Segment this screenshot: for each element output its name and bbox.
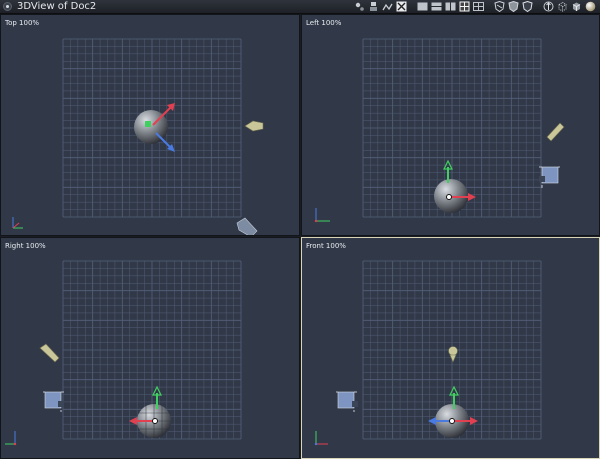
pivot-icon bbox=[446, 194, 452, 200]
layout-two-icon[interactable] bbox=[431, 1, 442, 12]
target-icon[interactable] bbox=[396, 1, 407, 12]
window-title: 3DView of Doc2 bbox=[17, 1, 97, 12]
sphere-icon[interactable] bbox=[585, 1, 596, 12]
camera-icon[interactable] bbox=[539, 166, 560, 188]
camera-icon[interactable] bbox=[236, 217, 258, 236]
view-toolbar bbox=[354, 1, 596, 12]
axis-indicator-icon bbox=[314, 208, 330, 223]
move-tool-icon[interactable] bbox=[354, 1, 365, 12]
viewport-left[interactable]: Left 100% bbox=[301, 14, 600, 236]
scene-right bbox=[5, 260, 242, 446]
close-icon[interactable] bbox=[3, 2, 12, 11]
scale-tool-icon[interactable] bbox=[368, 1, 379, 12]
scene-left bbox=[314, 38, 565, 223]
shaded-shield-icon[interactable] bbox=[508, 1, 519, 12]
camera-icon[interactable] bbox=[336, 391, 358, 412]
pivot-icon bbox=[449, 418, 455, 424]
shield-outline-icon[interactable] bbox=[522, 1, 533, 12]
cube-solid-icon[interactable] bbox=[571, 1, 582, 12]
light-arrow-icon[interactable] bbox=[546, 122, 565, 142]
layout-grid-icon[interactable] bbox=[473, 1, 484, 12]
light-icon[interactable] bbox=[543, 1, 554, 12]
light-arrow-icon[interactable] bbox=[244, 120, 264, 132]
scene-top bbox=[12, 38, 264, 236]
x-axis-arrowhead-icon bbox=[470, 417, 478, 425]
axis-indicator-icon bbox=[12, 217, 23, 229]
viewport-front[interactable]: Front 100% bbox=[301, 237, 600, 459]
title-bar: 3DView of Doc2 bbox=[0, 0, 600, 14]
viewport-top[interactable]: Top 100% bbox=[0, 14, 300, 236]
light-arrow-icon[interactable] bbox=[39, 343, 60, 363]
camera-icon[interactable] bbox=[43, 391, 64, 412]
pivot-icon bbox=[152, 418, 158, 424]
x-axis-arrowhead-icon bbox=[468, 193, 476, 201]
axis-indicator-icon bbox=[314, 431, 328, 446]
axis-indicator-icon bbox=[5, 431, 17, 446]
bones-tool-icon[interactable] bbox=[382, 1, 393, 12]
scene-front bbox=[314, 260, 542, 446]
layout-four-icon[interactable] bbox=[459, 1, 470, 12]
viewport-right[interactable]: Right 100% bbox=[0, 237, 300, 459]
z-axis-arrowhead-icon bbox=[428, 417, 436, 425]
layout-single-icon[interactable] bbox=[417, 1, 428, 12]
cube-wire-icon[interactable] bbox=[557, 1, 568, 12]
light-arrow-icon[interactable] bbox=[448, 346, 458, 363]
layout-three-icon[interactable] bbox=[445, 1, 456, 12]
x-axis-arrowhead-icon bbox=[129, 417, 137, 425]
wireframe-shield-icon[interactable] bbox=[494, 1, 505, 12]
y-axis-gizmo-icon[interactable] bbox=[145, 121, 151, 127]
